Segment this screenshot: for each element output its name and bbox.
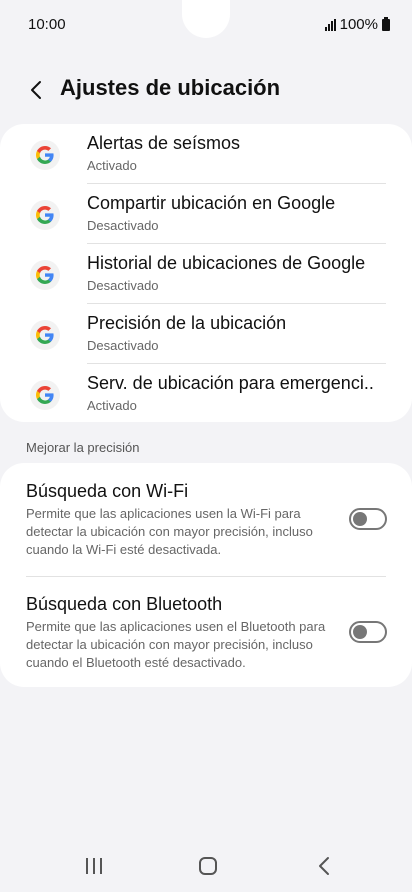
app-status: Activado [87, 158, 137, 173]
accuracy-card: Búsqueda con Wi-Fi Permite que las aplic… [0, 463, 412, 687]
nav-back-icon[interactable] [316, 856, 332, 876]
status-bar: 10:00 100% [0, 0, 412, 48]
page-title: Ajustes de ubicación [60, 75, 281, 100]
app-status: Activado [87, 398, 137, 413]
app-title: Alertas de seísmos [87, 133, 241, 153]
location-apps-card: Alertas de seísmos Activado Compartir ub… [0, 124, 412, 422]
app-title: Precisión de la ubicación [87, 313, 287, 333]
app-status: Desactivado [87, 218, 159, 233]
app-title: Historial de ubicaciones de Google [87, 253, 366, 273]
app-title: Serv. de ubicación para emergenci.. [87, 373, 374, 393]
wifi-scanning-item[interactable]: Búsqueda con Wi-Fi Permite que las aplic… [0, 463, 412, 575]
app-status: Desactivado [87, 278, 159, 293]
status-icons: 100% [324, 16, 390, 33]
google-icon [30, 200, 60, 230]
app-title: Compartir ubicación en Google [87, 193, 336, 213]
app-item-share-location[interactable]: Compartir ubicación en Google Desactivad… [0, 184, 412, 244]
wifi-scanning-switch[interactable] [349, 508, 387, 530]
app-item-location-accuracy[interactable]: Precisión de la ubicación Desactivado [0, 304, 412, 364]
recents-icon[interactable] [84, 856, 104, 876]
battery-icon [382, 16, 390, 31]
home-icon[interactable] [199, 857, 217, 875]
app-status: Desactivado [87, 338, 159, 353]
bluetooth-scanning-item[interactable]: Búsqueda con Bluetooth Permite que las a… [0, 576, 412, 688]
toggle-title: Búsqueda con Bluetooth [26, 594, 223, 614]
toggle-title: Búsqueda con Wi-Fi [26, 481, 189, 501]
section-header: Mejorar la precisión [26, 440, 140, 455]
google-icon [30, 140, 60, 170]
status-time: 10:00 [28, 16, 66, 33]
google-icon [30, 320, 60, 350]
toggle-description: Permite que las aplicaciones usen el Blu… [26, 619, 326, 670]
battery-percent: 100% [339, 16, 378, 33]
app-header: Ajustes de ubicación [0, 70, 412, 110]
camera-notch [182, 0, 230, 38]
bluetooth-scanning-switch[interactable] [349, 621, 387, 643]
switch-knob [353, 625, 367, 639]
back-arrow-icon[interactable] [26, 79, 48, 101]
google-icon [30, 380, 60, 410]
app-item-earthquake-alerts[interactable]: Alertas de seísmos Activado [0, 124, 412, 184]
app-item-emergency-location[interactable]: Serv. de ubicación para emergenci.. Acti… [0, 364, 412, 424]
navigation-bar [0, 840, 412, 892]
app-item-location-history[interactable]: Historial de ubicaciones de Google Desac… [0, 244, 412, 304]
signal-icon [324, 18, 336, 31]
switch-knob [353, 512, 367, 526]
google-icon [30, 260, 60, 290]
toggle-description: Permite que las aplicaciones usen la Wi-… [26, 506, 313, 557]
